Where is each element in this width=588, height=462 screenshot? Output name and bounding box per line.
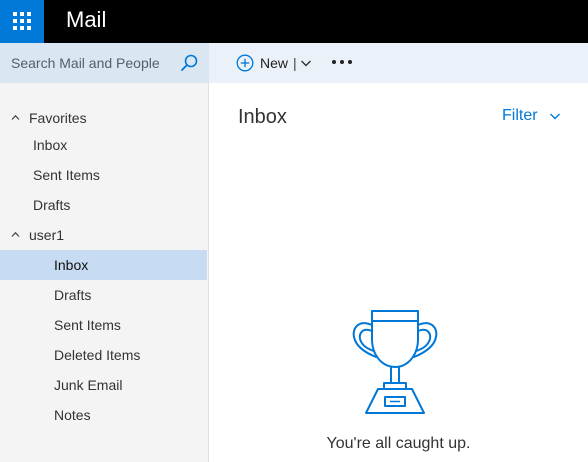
app-launcher-waffle-icon bbox=[13, 12, 31, 30]
empty-state-message: You're all caught up. bbox=[326, 435, 471, 452]
account-label: user1 bbox=[29, 227, 65, 243]
chevron-up-icon bbox=[11, 114, 20, 120]
app-title[interactable]: Mail bbox=[66, 5, 106, 35]
account-group-header[interactable]: user1 bbox=[0, 220, 207, 250]
folder-label: Inbox bbox=[54, 257, 89, 273]
folder-label: Inbox bbox=[33, 137, 68, 153]
folder-item-sent-items[interactable]: Sent Items bbox=[0, 310, 207, 340]
message-list-pane: Inbox Filter You're all caught up. bbox=[209, 83, 588, 462]
filter-label: Filter bbox=[502, 107, 538, 124]
folder-label: Junk Email bbox=[54, 377, 123, 393]
folder-title: Inbox bbox=[238, 106, 287, 128]
favorites-item-drafts[interactable]: Drafts bbox=[0, 190, 207, 220]
search-input[interactable]: Search Mail and People bbox=[11, 54, 160, 72]
plus-circle-icon bbox=[236, 54, 254, 72]
folder-label: Drafts bbox=[33, 197, 71, 213]
new-button-separator: | bbox=[293, 55, 297, 71]
favorites-item-inbox[interactable]: Inbox bbox=[0, 130, 207, 160]
chevron-down-icon[interactable] bbox=[300, 57, 312, 69]
folder-item-deleted-items[interactable]: Deleted Items bbox=[0, 340, 207, 370]
search-icon[interactable] bbox=[179, 53, 199, 73]
new-button-label: New bbox=[260, 55, 289, 71]
trophy-icon bbox=[352, 310, 438, 414]
folder-label: Notes bbox=[54, 407, 91, 423]
favorites-group-header[interactable]: Favorites bbox=[0, 103, 207, 133]
chevron-up-icon bbox=[11, 231, 20, 237]
filter-button[interactable]: Filter bbox=[502, 107, 561, 125]
new-message-button[interactable]: New | bbox=[236, 52, 312, 74]
folder-label: Drafts bbox=[54, 287, 92, 303]
folder-label: Sent Items bbox=[54, 317, 121, 333]
app-launcher-button[interactable] bbox=[0, 0, 44, 43]
command-bar: New | bbox=[209, 43, 588, 83]
search-box[interactable]: Search Mail and People bbox=[0, 43, 209, 83]
folder-item-drafts[interactable]: Drafts bbox=[0, 280, 207, 310]
top-bar: Mail bbox=[0, 0, 588, 43]
folder-label: Deleted Items bbox=[54, 347, 141, 363]
folder-item-notes[interactable]: Notes bbox=[0, 400, 207, 430]
folder-item-junk-email[interactable]: Junk Email bbox=[0, 370, 207, 400]
favorites-label: Favorites bbox=[29, 110, 87, 126]
favorites-item-sent-items[interactable]: Sent Items bbox=[0, 160, 207, 190]
folder-item-inbox[interactable]: Inbox bbox=[0, 250, 207, 280]
chevron-down-icon bbox=[549, 113, 560, 120]
folder-label: Sent Items bbox=[33, 167, 100, 183]
folder-pane: Favorites Inbox Sent Items Drafts user1 … bbox=[0, 83, 209, 462]
ellipsis-icon[interactable] bbox=[332, 55, 352, 69]
